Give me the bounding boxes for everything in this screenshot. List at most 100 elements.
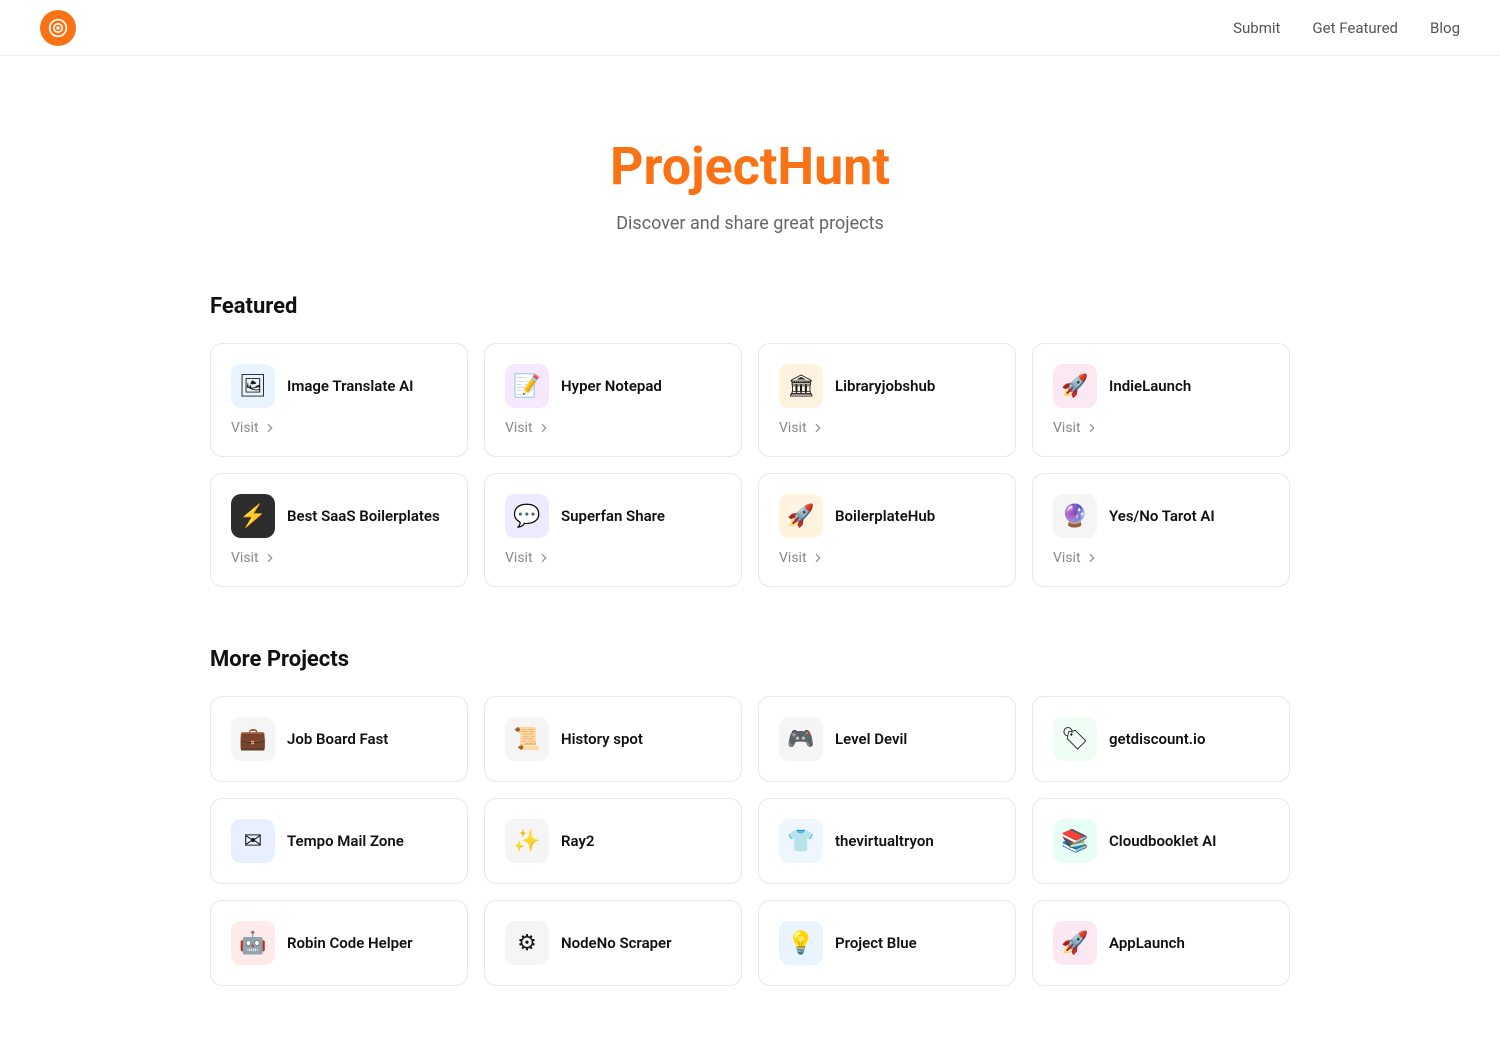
chevron-right-icon	[811, 421, 825, 435]
chevron-right-icon	[1085, 551, 1099, 565]
card-name: Image Translate AI	[287, 377, 413, 395]
visit-label: Visit	[505, 550, 533, 566]
card-visit-link[interactable]: Visit	[1053, 420, 1269, 436]
visit-label: Visit	[231, 420, 259, 436]
card-visit-link[interactable]: Visit	[779, 420, 995, 436]
hero-subtitle: Discover and share great projects	[40, 213, 1460, 234]
project-card[interactable]: 📝Hyper NotepadVisit	[484, 343, 742, 457]
card-icon: 🏷	[1053, 717, 1097, 761]
card-icon: ✨	[505, 819, 549, 863]
nav-submit[interactable]: Submit	[1233, 19, 1280, 37]
target-icon	[48, 18, 68, 38]
project-card[interactable]: 🔮 Yes/No Tarot AI Visit	[1032, 473, 1290, 587]
card-icon: 📚	[1053, 819, 1097, 863]
project-card[interactable]: 💡 Project Blue	[758, 900, 1016, 986]
card-name: Job Board Fast	[287, 730, 388, 748]
card-name: Hyper Notepad	[561, 377, 662, 395]
card-icon: ⚡	[231, 494, 275, 538]
card-icon: 🎮	[779, 717, 823, 761]
project-card[interactable]: 👕 thevirtualtryon	[758, 798, 1016, 884]
hero-section: ProjectHunt Discover and share great pro…	[0, 56, 1500, 294]
visit-label: Visit	[779, 550, 807, 566]
card-icon: 🚀	[779, 494, 823, 538]
card-name: IndieLaunch	[1109, 377, 1191, 395]
chevron-right-icon	[537, 551, 551, 565]
card-name: History spot	[561, 730, 643, 748]
navbar: Submit Get Featured Blog	[0, 0, 1500, 56]
project-card[interactable]: 💼 Job Board Fast	[210, 696, 468, 782]
chevron-right-icon	[537, 421, 551, 435]
card-visit-link[interactable]: Visit	[779, 550, 995, 566]
card-name: BoilerplateHub	[835, 507, 935, 525]
chevron-right-icon	[811, 551, 825, 565]
visit-label: Visit	[231, 550, 259, 566]
more-projects-section: More Projects 💼 Job Board Fast 📜 History sp…	[170, 647, 1330, 1046]
nav-blog[interactable]: Blog	[1430, 19, 1460, 37]
logo-icon	[40, 10, 76, 46]
more-projects-title: More Projects	[210, 647, 1290, 672]
card-name: Level Devil	[835, 730, 907, 748]
chevron-right-icon	[1085, 421, 1099, 435]
card-icon: 🚀	[1053, 364, 1097, 408]
featured-title: Featured	[210, 294, 1290, 319]
card-icon: 🔮	[1053, 494, 1097, 538]
project-card[interactable]: 📜 History spot	[484, 696, 742, 782]
card-name: thevirtualtryon	[835, 832, 934, 850]
project-card[interactable]: 🏷 getdiscount.io	[1032, 696, 1290, 782]
project-card[interactable]: ⚙ NodeNo Scraper	[484, 900, 742, 986]
project-card[interactable]: ⚡ Best SaaS Boilerplates Visit	[210, 473, 468, 587]
project-card[interactable]: 🏛 Libraryjobshub Visit	[758, 343, 1016, 457]
project-card[interactable]: 📚 Cloudbooklet AI	[1032, 798, 1290, 884]
card-icon: 👕	[779, 819, 823, 863]
chevron-right-icon	[263, 421, 277, 435]
card-visit-link[interactable]: Visit	[505, 550, 721, 566]
card-name: AppLaunch	[1109, 934, 1185, 952]
hero-title: ProjectHunt	[40, 136, 1460, 197]
project-card[interactable]: ✉ Tempo Mail Zone	[210, 798, 468, 884]
card-icon: 📜	[505, 717, 549, 761]
nav-get-featured[interactable]: Get Featured	[1312, 19, 1398, 37]
visit-label: Visit	[505, 420, 533, 436]
card-icon: 🤖	[231, 921, 275, 965]
nav-links: Submit Get Featured Blog	[1233, 19, 1460, 37]
visit-label: Visit	[1053, 550, 1081, 566]
card-name: Yes/No Tarot AI	[1109, 507, 1215, 525]
card-icon: 💬	[505, 494, 549, 538]
card-name: Tempo Mail Zone	[287, 832, 404, 850]
card-name: Libraryjobshub	[835, 377, 935, 395]
card-name: Best SaaS Boilerplates	[287, 507, 440, 525]
project-card[interactable]: 🚀 IndieLaunch Visit	[1032, 343, 1290, 457]
visit-label: Visit	[1053, 420, 1081, 436]
card-icon: 🏛	[779, 364, 823, 408]
project-card[interactable]: 💬 Superfan Share Visit	[484, 473, 742, 587]
card-visit-link[interactable]: Visit	[231, 550, 447, 566]
card-name: getdiscount.io	[1109, 730, 1205, 748]
project-card[interactable]: 🚀 BoilerplateHub Visit	[758, 473, 1016, 587]
logo[interactable]	[40, 10, 76, 46]
card-icon: ⚙	[505, 921, 549, 965]
featured-grid: 🖼Image Translate AIVisit 📝Hyper NotepadV…	[210, 343, 1290, 587]
visit-label: Visit	[779, 420, 807, 436]
card-icon: 🖼	[231, 364, 275, 408]
featured-section: Featured 🖼Image Translate AIVisit 📝Hyper…	[170, 294, 1330, 647]
more-projects-grid: 💼 Job Board Fast 📜 History spot 🎮 Level Devil…	[210, 696, 1290, 986]
card-icon: 💼	[231, 717, 275, 761]
project-card[interactable]: 🎮 Level Devil	[758, 696, 1016, 782]
project-card[interactable]: ✨ Ray2	[484, 798, 742, 884]
card-icon: 🚀	[1053, 921, 1097, 965]
chevron-right-icon	[263, 551, 277, 565]
project-card[interactable]: 🤖 Robin Code Helper	[210, 900, 468, 986]
card-visit-link[interactable]: Visit	[231, 420, 447, 436]
card-name: Project Blue	[835, 934, 917, 952]
card-name: Superfan Share	[561, 507, 665, 525]
project-card[interactable]: 🖼 Image Translate AI Visit	[210, 343, 468, 457]
card-visit-link[interactable]: Visit	[1053, 550, 1269, 566]
card-name: Robin Code Helper	[287, 934, 413, 952]
card-name: NodeNo Scraper	[561, 934, 672, 952]
card-visit-link[interactable]: Visit	[505, 420, 721, 436]
card-icon: 💡	[779, 921, 823, 965]
project-card[interactable]: 🚀 AppLaunch	[1032, 900, 1290, 986]
card-icon: ✉	[231, 819, 275, 863]
card-name: Cloudbooklet AI	[1109, 832, 1216, 850]
card-name: Ray2	[561, 832, 595, 850]
